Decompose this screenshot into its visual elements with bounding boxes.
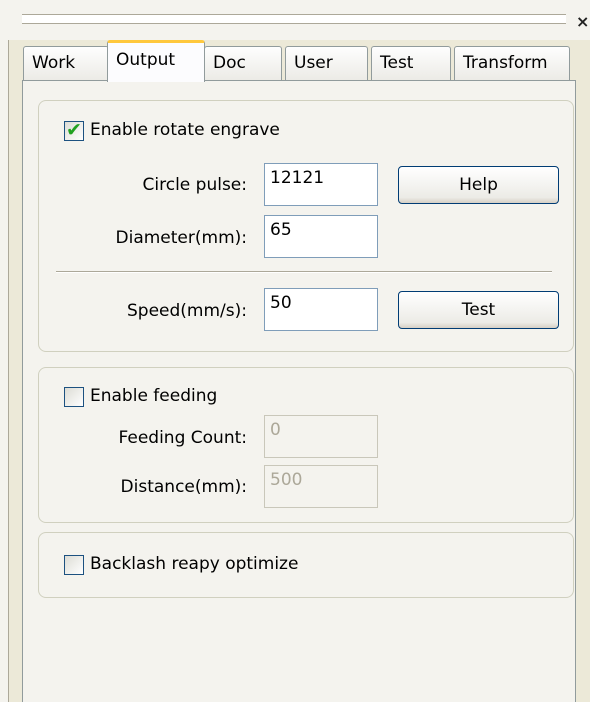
tab-doc[interactable]: Doc (204, 46, 282, 80)
diameter-input[interactable]: 65 (264, 215, 378, 258)
tab-test[interactable]: Test (371, 46, 451, 80)
close-icon[interactable]: × (576, 14, 589, 30)
circle-pulse-label: Circle pulse: (142, 175, 247, 195)
distance-input[interactable]: 500 (264, 465, 378, 508)
check-icon: ✔ (66, 119, 82, 141)
tab-label: Test (380, 53, 414, 73)
tab-label: Doc (213, 53, 246, 73)
feeding-count-label: Feeding Count: (118, 428, 247, 448)
enable-rotate-checkbox[interactable]: ✔ (64, 119, 84, 141)
tab-label: Work (32, 53, 76, 73)
left-edge (0, 40, 9, 702)
feeding-count-input[interactable]: 0 (264, 415, 378, 458)
title-bar: × (0, 0, 590, 40)
tab-label: User (294, 53, 333, 73)
distance-label: Distance(mm): (120, 477, 247, 497)
speed-input[interactable]: 50 (264, 288, 378, 331)
tab-user[interactable]: User (285, 46, 368, 80)
separator (56, 271, 552, 273)
backlash-checkbox[interactable] (64, 555, 84, 575)
tab-output[interactable]: Output (107, 40, 205, 82)
enable-feeding-checkbox[interactable] (64, 387, 84, 407)
enable-feeding-label: Enable feeding (90, 386, 218, 406)
tab-label: Output (116, 50, 176, 70)
grip-bar[interactable] (22, 14, 566, 24)
tab-work[interactable]: Work (23, 46, 109, 80)
help-button[interactable]: Help (398, 166, 559, 204)
backlash-label: Backlash reapy optimize (90, 554, 299, 574)
tab-transform[interactable]: Transform (454, 46, 570, 80)
diameter-label: Diameter(mm): (115, 228, 247, 248)
circle-pulse-input[interactable]: 12121 (264, 163, 378, 206)
test-button[interactable]: Test (398, 291, 559, 329)
speed-label: Speed(mm/s): (127, 301, 247, 321)
tab-label: Transform (463, 53, 548, 73)
enable-rotate-label: Enable rotate engrave (90, 120, 280, 140)
